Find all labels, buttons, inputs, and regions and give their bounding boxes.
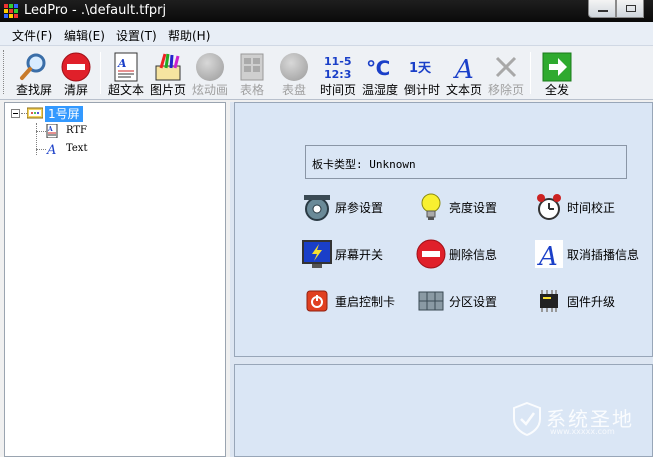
tree-item-label: RTF: [66, 125, 87, 136]
send-all-label: 全发: [544, 83, 569, 97]
alarm-clock-icon: [533, 191, 565, 223]
card-type-box: 板卡类型: Unknown: [305, 145, 627, 179]
tree-item-label: Text: [66, 143, 88, 154]
toolbar: 查找屏 清屏 A 超文本 图片页 炫动画 表格 表盘 11-5 12:3 时间页…: [0, 46, 653, 100]
screen-params-icon: [301, 191, 333, 223]
remove-page-label: 移除页: [487, 83, 524, 97]
svg-text:A: A: [47, 126, 53, 133]
hypertext-icon: A: [46, 124, 58, 138]
send-all-icon: [541, 52, 573, 82]
watermark: 系统圣地 www.xxxxx.com: [510, 400, 653, 440]
dial-icon: [278, 52, 310, 82]
app-icon: [4, 4, 18, 18]
remove-page-button[interactable]: 移除页: [484, 48, 528, 98]
magnifier-icon: [18, 52, 50, 82]
partition-icon: [415, 285, 447, 317]
tree-collapse-toggle[interactable]: [11, 109, 20, 118]
svg-text:℃: ℃: [366, 56, 390, 80]
minimize-button[interactable]: [588, 0, 616, 18]
send-all-button[interactable]: 全发: [535, 48, 579, 98]
countdown-icon: 1天: [406, 52, 438, 82]
menu-edit[interactable]: 编辑(E): [64, 27, 105, 44]
restart-card-label: 重启控制卡: [335, 295, 396, 309]
svg-text:A: A: [46, 143, 56, 156]
screen-switch-label: 屏幕开关: [335, 248, 384, 262]
tree-connector: [36, 131, 46, 132]
screen-switch-icon: [301, 238, 333, 270]
firmware-upgrade-button[interactable]: 固件升级: [533, 285, 643, 317]
screen-params-label: 屏参设置: [335, 201, 384, 215]
remove-page-icon: [490, 52, 522, 82]
delete-info-button[interactable]: 删除信息: [415, 238, 525, 270]
maximize-button[interactable]: [616, 0, 644, 18]
title-bar: LedPro - .\default.tfprj: [0, 0, 653, 22]
screen-params-button[interactable]: 屏参设置: [301, 191, 411, 223]
maximize-icon: [626, 5, 636, 12]
menu-bar: 文件(F) 编辑(E) 设置(T) 帮助(H): [0, 22, 653, 46]
partition-label: 分区设置: [449, 295, 498, 309]
time-page-icon: 11-5 12:3: [322, 52, 354, 82]
delete-info-icon: [415, 238, 447, 270]
picture-page-icon: [152, 52, 184, 82]
table-icon: [236, 52, 268, 82]
text-page-icon: A: [448, 52, 480, 82]
tree-connector: [36, 123, 37, 155]
cancel-insert-label: 取消插播信息: [567, 248, 640, 262]
shield-logo-icon: [513, 402, 541, 436]
svg-text:11-5: 11-5: [324, 55, 352, 68]
card-type-label: 板卡类型: Unknown: [312, 158, 416, 171]
svg-text:A: A: [453, 55, 474, 82]
time-correction-label: 时间校正: [567, 201, 616, 215]
chip-icon: [533, 285, 565, 317]
control-panel: 板卡类型: Unknown 屏参设置 亮度设置 时间校正 屏幕开关 删除信息 A…: [234, 102, 653, 357]
menu-file[interactable]: 文件(F): [12, 27, 52, 44]
restart-card-button[interactable]: 重启控制卡: [301, 285, 411, 317]
cancel-insert-button[interactable]: A 取消插播信息: [533, 238, 653, 270]
toolbar-grip: [3, 50, 6, 94]
screen-tree: 1号屏 A RTF A Text: [4, 102, 226, 457]
lightbulb-icon: [415, 191, 447, 223]
brightness-button[interactable]: 亮度设置: [415, 191, 525, 223]
screen-node-icon: [27, 107, 43, 119]
no-entry-icon: [60, 52, 92, 82]
delete-info-label: 删除信息: [449, 248, 498, 262]
svg-text:12:3: 12:3: [324, 68, 351, 81]
restart-icon: [301, 285, 333, 317]
hypertext-icon: A: [110, 52, 142, 82]
dial-button[interactable]: 表盘: [272, 48, 316, 98]
cancel-insert-icon: A: [533, 238, 565, 270]
menu-help[interactable]: 帮助(H): [168, 27, 210, 44]
tree-root-screen-1[interactable]: 1号屏: [45, 106, 83, 122]
animation-icon: [194, 52, 226, 82]
time-correction-button[interactable]: 时间校正: [533, 191, 643, 223]
tree-connector: [36, 149, 46, 150]
screen-switch-button[interactable]: 屏幕开关: [301, 238, 411, 270]
text-page-icon: A: [46, 143, 56, 156]
watermark-url: www.xxxxx.com: [550, 427, 615, 436]
svg-text:1天: 1天: [409, 61, 432, 76]
partition-button[interactable]: 分区设置: [415, 285, 525, 317]
firmware-upgrade-label: 固件升级: [567, 295, 616, 309]
svg-text:A: A: [117, 57, 127, 70]
window-title: LedPro - .\default.tfprj: [24, 3, 167, 18]
temperature-icon: ℃: [364, 52, 396, 82]
minimize-icon: [598, 10, 608, 12]
brightness-label: 亮度设置: [449, 201, 498, 215]
svg-text:A: A: [537, 242, 558, 269]
clear-screen-button[interactable]: 清屏: [54, 48, 98, 98]
clear-screen-label: 清屏: [63, 83, 88, 97]
menu-settings[interactable]: 设置(T): [116, 27, 157, 44]
